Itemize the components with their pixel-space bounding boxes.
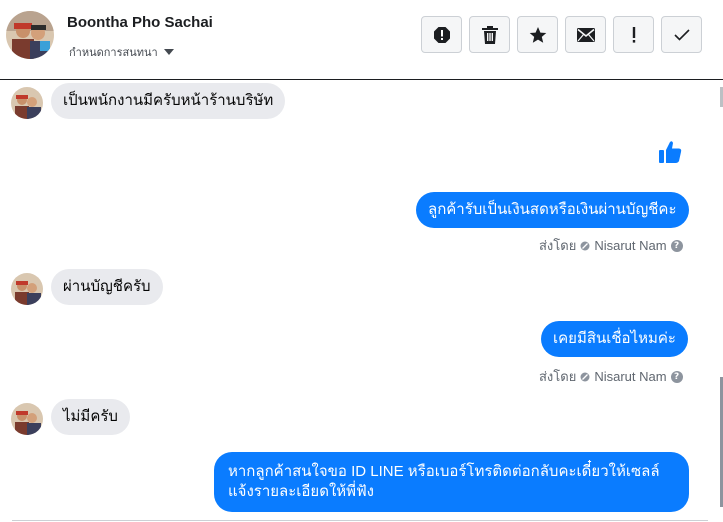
conversation-options-dropdown[interactable]: กำหนดการสนทนา <box>69 43 174 61</box>
divider <box>12 520 708 521</box>
incoming-message: ไม่มีครับ <box>51 399 130 435</box>
avatar[interactable] <box>6 11 54 59</box>
envelope-icon <box>576 27 595 42</box>
conversation-header: Boontha Pho Sachai กำหนดการสนทนา <box>0 0 723 80</box>
incoming-message: ผ่านบัญชีครับ <box>51 269 163 305</box>
help-icon[interactable]: ? <box>670 370 683 383</box>
conversation-options-label: กำหนดการสนทนา <box>69 47 158 59</box>
avatar <box>11 403 43 435</box>
trash-icon <box>481 25 498 44</box>
sent-by-label: ส่งโดย Nisarut Nam ? <box>539 235 683 256</box>
message-thread[interactable]: เป็นพนักงานมีครับหน้าร้านบริษัท ลูกค้ารั… <box>0 81 723 522</box>
avatar <box>11 273 43 305</box>
star-button[interactable] <box>517 16 558 53</box>
outgoing-message: หากลูกค้าสนใจขอ ID LINE หรือเบอร์โทรติดต… <box>214 452 689 512</box>
blocked-circle-icon <box>580 372 590 381</box>
blocked-circle-icon <box>580 241 590 250</box>
spam-report-button[interactable] <box>421 16 462 53</box>
alert-octagon-icon <box>433 26 450 43</box>
caret-down-icon <box>163 49 174 55</box>
avatar <box>11 87 43 119</box>
contact-name: Boontha Pho Sachai <box>67 14 213 31</box>
star-icon <box>529 26 546 43</box>
done-button[interactable] <box>661 16 702 53</box>
sender-name[interactable]: Nisarut Nam <box>594 238 666 253</box>
incoming-message: เป็นพนักงานมีครับหน้าร้านบริษัท <box>51 83 286 119</box>
help-icon[interactable]: ? <box>670 239 683 252</box>
delete-button[interactable] <box>469 16 510 53</box>
important-button[interactable] <box>613 16 654 53</box>
outgoing-message: ลูกค้ารับเป็นเงินสดหรือเงินผ่านบัญชีคะ <box>416 192 689 228</box>
outgoing-message: เคยมีสินเชื่อไหมค่ะ <box>541 321 688 357</box>
checkmark-icon <box>673 28 690 41</box>
exclamation-icon <box>632 26 635 43</box>
mark-unread-button[interactable] <box>565 16 606 53</box>
conversation-toolbar <box>421 16 702 53</box>
sent-by-prefix: ส่งโดย <box>539 369 577 384</box>
sent-by-prefix: ส่งโดย <box>539 238 577 253</box>
sender-name[interactable]: Nisarut Nam <box>594 369 666 384</box>
thumbs-up-icon <box>659 141 682 163</box>
sent-by-label: ส่งโดย Nisarut Nam ? <box>539 366 683 387</box>
